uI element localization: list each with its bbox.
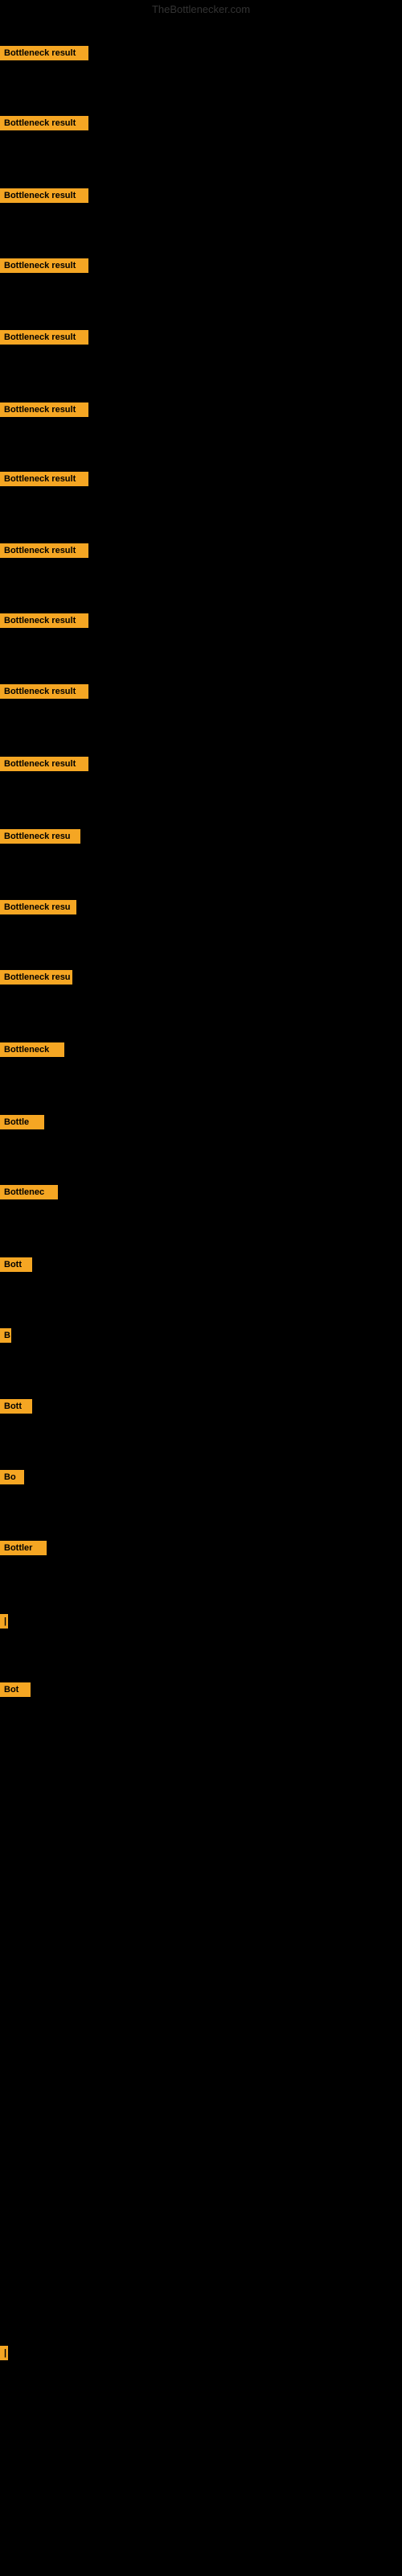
bottleneck-result-badge: Bottleneck result <box>0 46 88 60</box>
bottleneck-result-badge: Bottleneck resu <box>0 900 76 914</box>
bottleneck-result-badge: Bottleneck resu <box>0 970 72 985</box>
bottleneck-result-badge: Bottleneck result <box>0 188 88 203</box>
site-title: TheBottlenecker.com <box>0 3 402 15</box>
bottleneck-result-badge: Bottleneck result <box>0 472 88 486</box>
bottleneck-result-badge: Bot <box>0 1682 31 1697</box>
bottleneck-result-badge: | <box>0 1614 8 1629</box>
bottleneck-result-badge: | <box>0 2346 8 2360</box>
bottleneck-result-badge: Bott <box>0 1399 32 1414</box>
bottleneck-result-badge: Bottleneck result <box>0 330 88 345</box>
bottleneck-result-badge: Bott <box>0 1257 32 1272</box>
bottleneck-result-badge: Bottleneck <box>0 1042 64 1057</box>
bottleneck-result-badge: Bottler <box>0 1541 47 1555</box>
bottleneck-result-badge: Bottleneck result <box>0 543 88 558</box>
bottleneck-result-badge: Bottle <box>0 1115 44 1129</box>
bottleneck-result-badge: Bottleneck result <box>0 684 88 699</box>
bottleneck-result-badge: Bottleneck result <box>0 402 88 417</box>
bottleneck-result-badge: Bottleneck result <box>0 116 88 130</box>
bottleneck-result-badge: B <box>0 1328 11 1343</box>
bottleneck-result-badge: Bottleneck result <box>0 757 88 771</box>
bottleneck-result-badge: Bottleneck resu <box>0 829 80 844</box>
bottleneck-result-badge: Bottleneck result <box>0 258 88 273</box>
bottleneck-result-badge: Bottlenec <box>0 1185 58 1199</box>
bottleneck-result-badge: Bottleneck result <box>0 613 88 628</box>
bottleneck-result-badge: Bo <box>0 1470 24 1484</box>
